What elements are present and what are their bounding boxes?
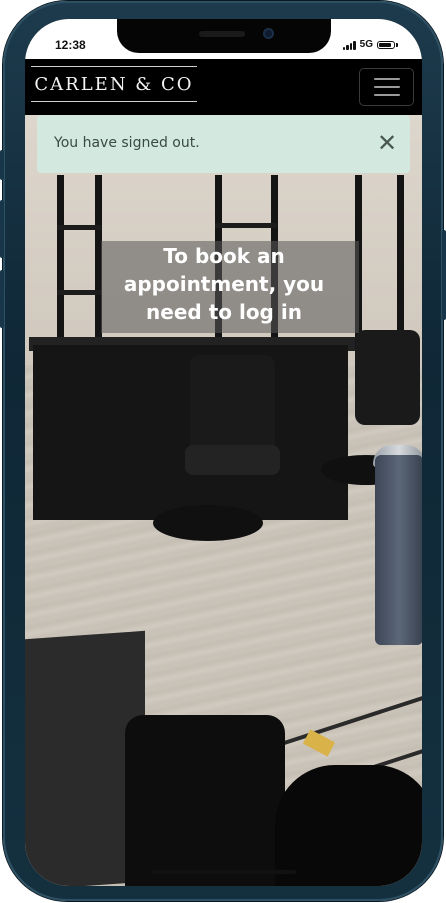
speaker-grille: [199, 31, 245, 37]
hamburger-menu-icon[interactable]: [359, 68, 414, 106]
status-time: 12:38: [55, 38, 86, 52]
volume-down-button: [0, 270, 4, 328]
status-bar: 12:38 5G: [25, 19, 422, 59]
foreground-chair: [125, 715, 285, 886]
login-required-heading: To book an appointment, you need to log …: [123, 244, 325, 324]
power-button: [442, 230, 446, 320]
volume-up-button: [0, 200, 4, 258]
hero-background-photo: [25, 115, 422, 886]
network-type: 5G: [359, 39, 373, 50]
shelf-post: [57, 175, 64, 345]
barber-chair-seat: [185, 445, 280, 475]
battery-tip: [396, 42, 398, 47]
barber-chair-base: [153, 505, 263, 541]
phone-screen: 12:38 5G CARLEN & CO You have signed out…: [25, 19, 422, 886]
barber-chair-back: [355, 330, 420, 425]
alert-message: You have signed out.: [54, 135, 200, 151]
mute-switch: [0, 150, 4, 180]
shelf: [215, 223, 277, 228]
signal-icon: [342, 40, 356, 50]
signed-out-alert: You have signed out. ✕: [37, 115, 410, 173]
battery-icon: [377, 40, 395, 49]
shelf: [57, 290, 102, 295]
top-navbar: CARLEN & CO: [25, 59, 422, 115]
close-icon[interactable]: ✕: [374, 130, 400, 156]
foreground-chair: [275, 765, 422, 886]
front-camera-icon: [263, 28, 274, 39]
brand-logo[interactable]: CARLEN & CO: [31, 66, 197, 102]
home-indicator[interactable]: [151, 870, 296, 874]
notch: [117, 19, 331, 53]
status-indicators: 5G: [342, 39, 398, 50]
trash-bin: [375, 455, 422, 645]
shelf: [57, 225, 102, 230]
